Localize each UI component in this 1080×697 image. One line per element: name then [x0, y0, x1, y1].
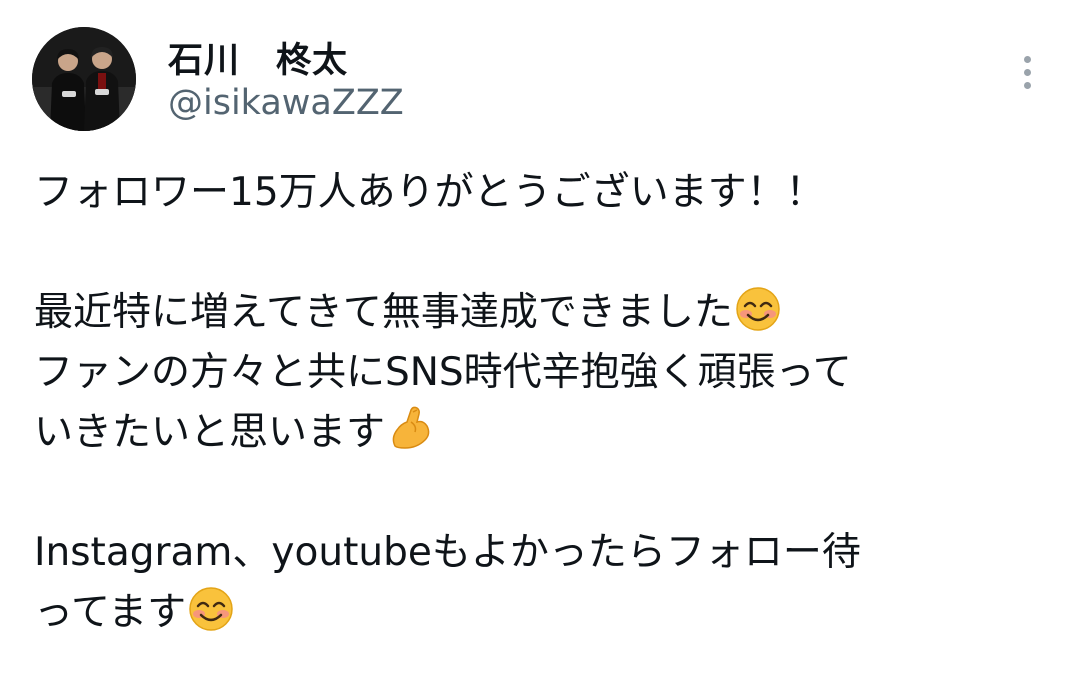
profile-photo-icon [32, 27, 136, 131]
tweet-line: 最近特に増えてきて無事達成できました [34, 283, 1064, 343]
tweet-line-text: 最近特に増えてきて無事達成できました [34, 290, 733, 335]
tweet-text: フォロワー15万人ありがとうございます！！ 最近特に増えてきて無事達成できました… [34, 163, 1064, 643]
tweet-line: いきたいと思います [34, 403, 1064, 463]
smiling-face-icon [735, 286, 781, 350]
more-options-button[interactable] [1012, 50, 1042, 94]
tweet-line: Instagram、youtubeもよかったらフォロー待 [34, 530, 861, 575]
more-vertical-icon-dot [1024, 82, 1031, 89]
display-name[interactable]: 石川 柊太 [168, 32, 348, 83]
tweet-line: フォロワー15万人ありがとうございます！！ [34, 170, 825, 215]
flexed-biceps-icon [387, 406, 433, 470]
avatar[interactable] [32, 27, 136, 131]
more-vertical-icon-dot [1024, 69, 1031, 76]
tweet-line-text: ってます [34, 590, 187, 635]
user-handle[interactable]: @isikawaZZZ [168, 83, 404, 123]
more-vertical-icon [1024, 56, 1031, 63]
tweet-line-text: いきたいと思います [34, 410, 386, 455]
tweet-card: 石川 柊太 @isikawaZZZ フォロワー15万人ありがとうございます！！ … [0, 0, 1080, 697]
smiling-face-icon [188, 586, 234, 650]
tweet-line: ってます [34, 583, 1064, 643]
tweet-line: ファンの方々と共にSNS時代辛抱強く頑張って [34, 350, 852, 395]
